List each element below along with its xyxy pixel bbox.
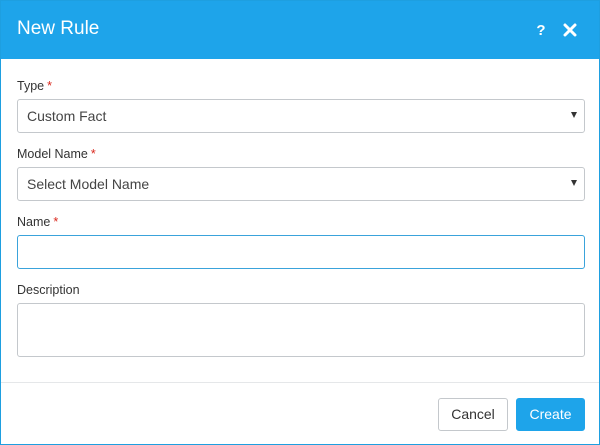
dropdown-caret-icon: [571, 112, 577, 118]
type-label-text: Type: [17, 79, 45, 93]
model-name-select-value: Select Model Name: [27, 176, 150, 192]
dialog-header: New Rule ?: [1, 1, 599, 59]
type-select-value: Custom Fact: [27, 108, 107, 124]
create-button[interactable]: Create: [516, 398, 585, 431]
cancel-button[interactable]: Cancel: [438, 398, 508, 431]
type-label: Type *: [17, 78, 52, 94]
close-button[interactable]: [560, 19, 580, 41]
required-marker: *: [53, 215, 59, 229]
description-label-text: Description: [17, 283, 80, 297]
close-icon: [563, 23, 577, 37]
model-name-select[interactable]: Select Model Name: [17, 167, 585, 201]
description-textarea[interactable]: [17, 303, 585, 357]
footer-divider: [1, 382, 599, 383]
name-label: Name *: [17, 214, 58, 230]
model-name-label: Model Name *: [17, 146, 96, 162]
dropdown-caret-icon: [571, 180, 577, 186]
dialog-title: New Rule: [17, 18, 100, 39]
question-mark-icon: ?: [536, 21, 546, 39]
new-rule-dialog: New Rule ? Type * Custom Fact Model Name *…: [0, 0, 600, 445]
name-input[interactable]: [17, 235, 585, 269]
model-name-label-text: Model Name: [17, 147, 88, 161]
required-marker: *: [47, 79, 52, 93]
required-marker: *: [90, 147, 96, 161]
help-button[interactable]: ?: [531, 19, 551, 41]
description-label: Description: [17, 282, 80, 298]
name-label-text: Name: [17, 215, 51, 229]
type-select[interactable]: Custom Fact: [17, 99, 585, 133]
